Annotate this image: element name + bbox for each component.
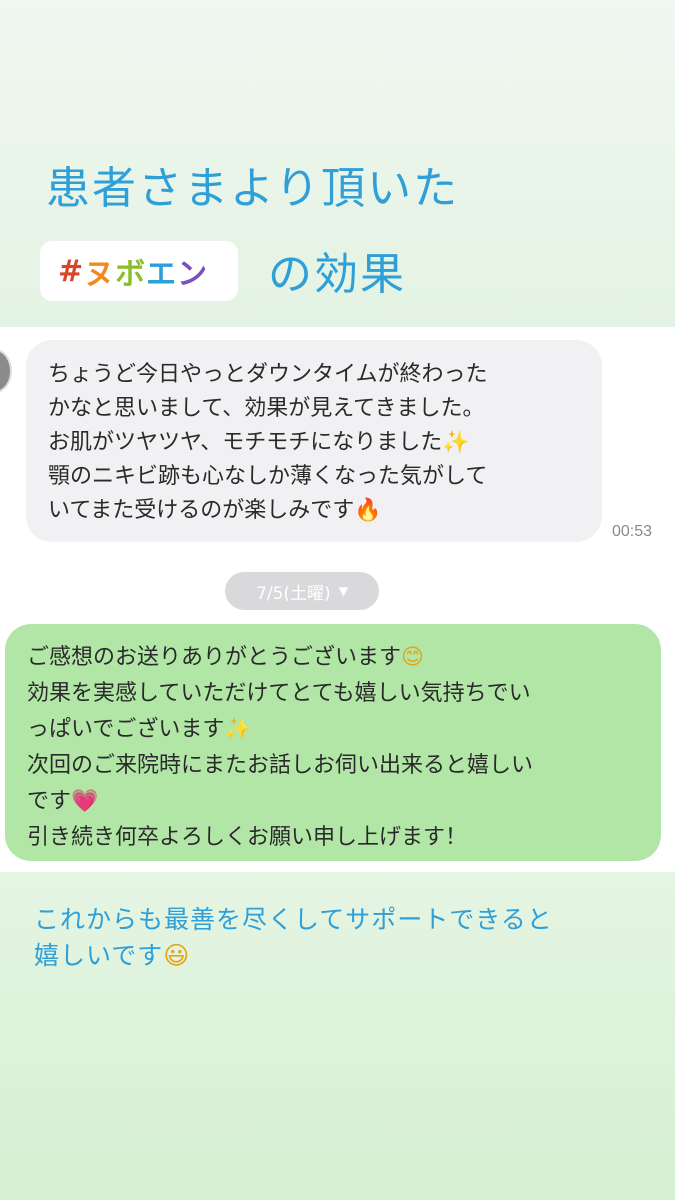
grinning-face-icon: 😃 [163, 941, 191, 970]
heart-icon: 💗 [71, 789, 99, 814]
closing-line: これからも最善を尽くしてサポートできると [34, 905, 553, 934]
incoming-message-bubble: ちょうど今日やっとダウンタイムが終わった かなと思いまして、効果が見えてきました… [26, 340, 602, 542]
message-line: 効果を実感していただけてとても嬉しい気持ちでい [27, 681, 531, 706]
footer-banner: これからも最善を尽くしてサポートできると 嬉しいです😃 [0, 872, 675, 1200]
outgoing-message-bubble: ご感想のお送りありがとうございます😊 効果を実感していただけてとても嬉しい気持ち… [5, 624, 661, 861]
date-divider[interactable]: 7/5(土曜) ▼ [225, 572, 379, 610]
page-title-suffix: の効果 [268, 249, 406, 300]
page-title: 患者さまより頂いた [46, 163, 460, 214]
hashtag-badge[interactable]: # ヌボエン [40, 241, 238, 301]
closing-line: 嬉しいです😃 [34, 941, 191, 970]
message-line: お肌がツヤツヤ、モチモチになりました✨ [48, 430, 470, 455]
hashtag-char: # [58, 253, 85, 289]
message-line: 次回のご来院時にまたお話しお伺い出来ると嬉しい [27, 753, 534, 778]
message-timestamp: 00:53 [612, 523, 653, 540]
message-line: かなと思いまして、効果が見えてきました。 [48, 396, 485, 421]
smiling-face-icon: 😊 [401, 645, 424, 670]
date-label: 7/5(土曜) [256, 583, 331, 604]
message-line: です💗 [27, 789, 99, 814]
fire-icon: 🔥 [354, 498, 382, 523]
hashtag-char: エ [146, 257, 178, 292]
message-line: 引き続き何卒よろしくお願い申し上げます！ [27, 825, 468, 850]
message-line: 顎のニキビ跡も心なしか薄くなった気がして [48, 464, 488, 489]
sparkles-icon: ✨ [442, 430, 470, 455]
hashtag-char: ン [177, 257, 209, 292]
message-line: っぱいでございます✨ [27, 717, 252, 742]
sparkles-icon: ✨ [224, 717, 252, 742]
message-line: ちょうど今日やっとダウンタイムが終わった [48, 362, 488, 387]
header-banner: 患者さまより頂いた # ヌボエン の効果 [0, 0, 675, 327]
closing-message: これからも最善を尽くしてサポートできると 嬉しいです😃 [34, 902, 654, 974]
avatar[interactable] [0, 349, 12, 393]
hashtag-char: ヌ [84, 257, 116, 292]
chat-screenshot: ちょうど今日やっとダウンタイムが終わった かなと思いまして、効果が見えてきました… [0, 327, 675, 872]
message-line: ご感想のお送りありがとうございます😊 [27, 645, 424, 670]
chevron-down-icon: ▼ [338, 584, 348, 598]
message-line: いてまた受けるのが楽しみです🔥 [48, 498, 382, 523]
hashtag-char: ボ [115, 257, 147, 292]
